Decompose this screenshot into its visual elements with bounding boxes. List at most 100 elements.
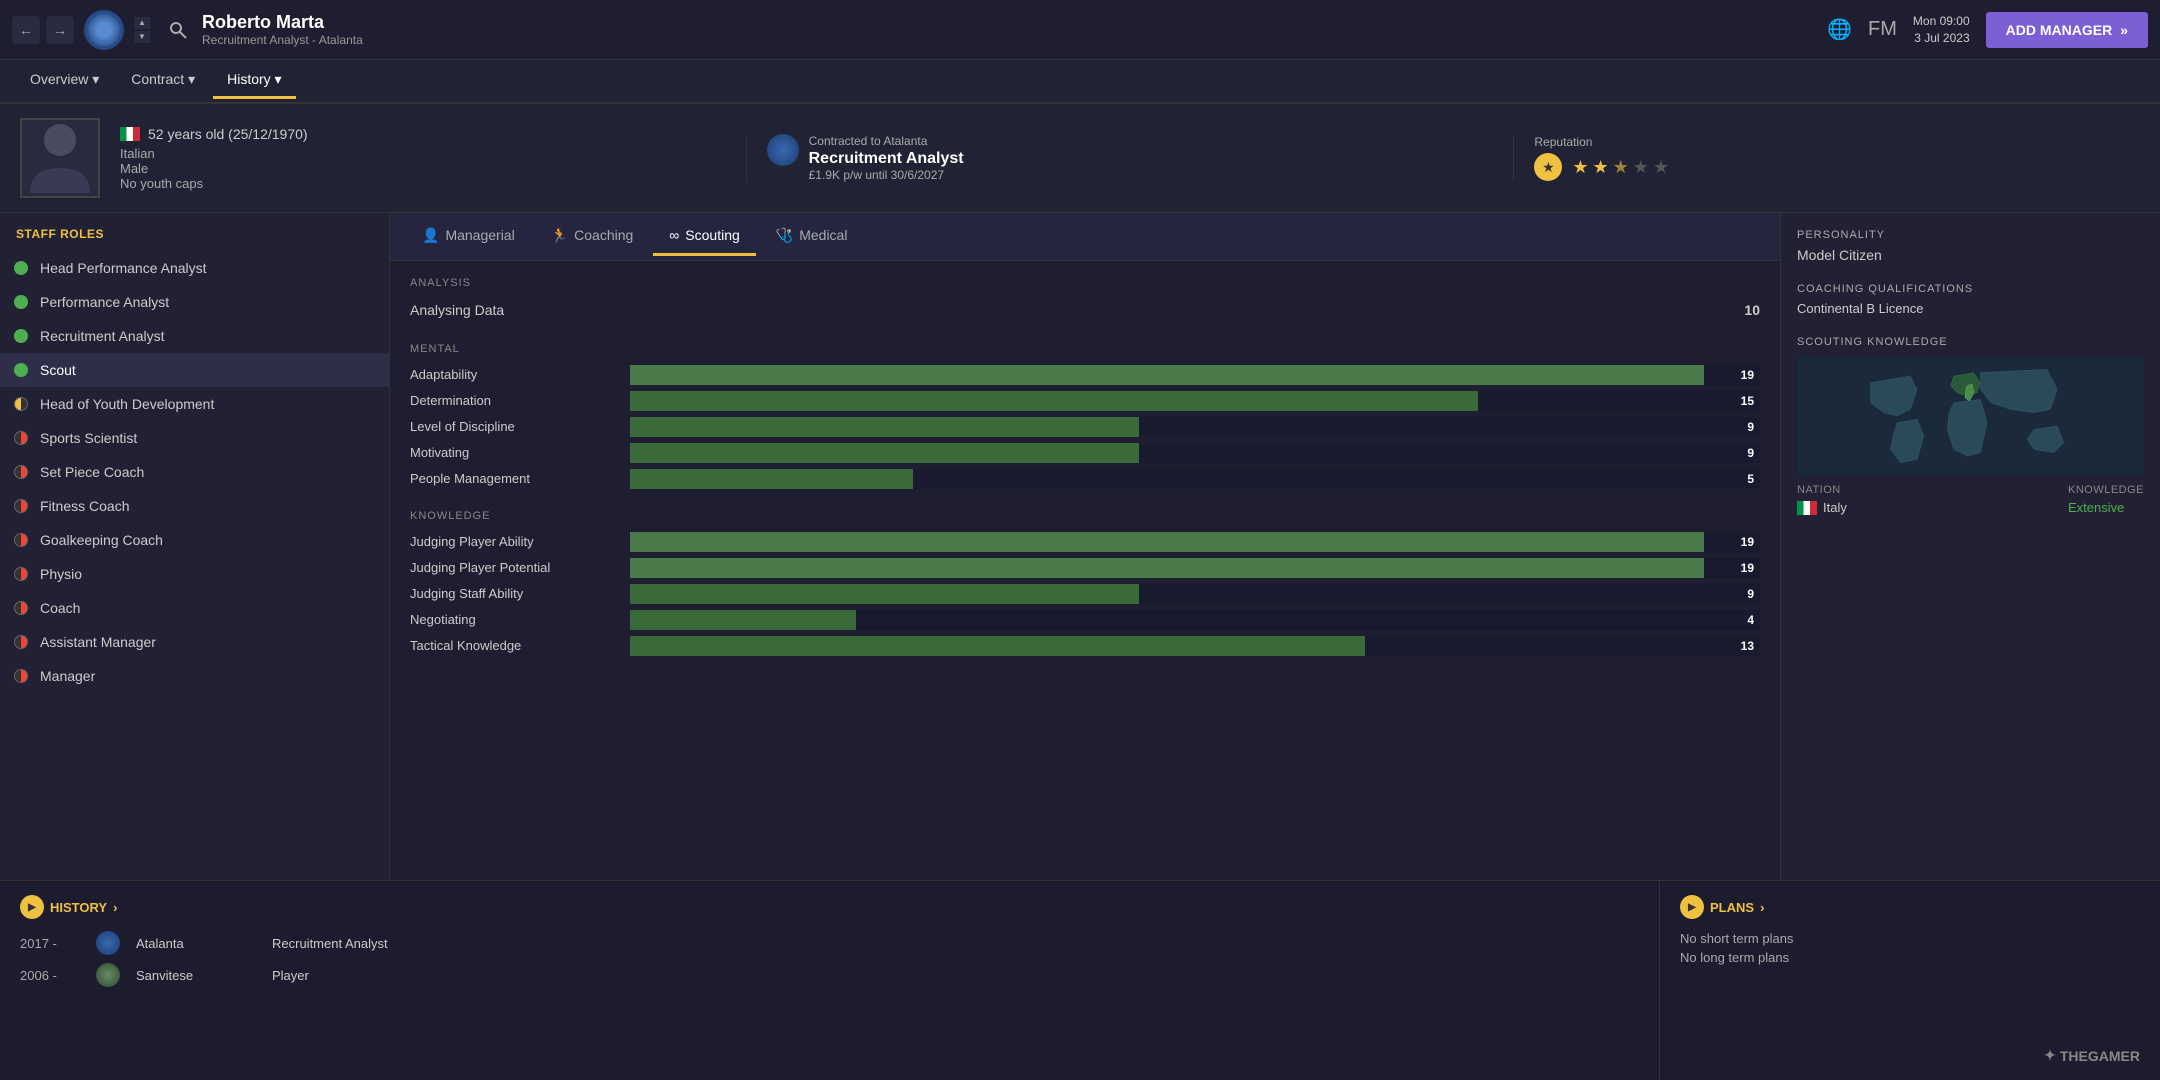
contract-role: Recruitment Analyst bbox=[809, 150, 964, 168]
tab-overview[interactable]: Overview ▾ bbox=[16, 63, 113, 99]
staff-roles-title: STAFF ROLES bbox=[0, 227, 389, 251]
attr-bar-wrap: 19 bbox=[630, 532, 1760, 552]
logo-down-button[interactable]: ▼ bbox=[134, 31, 150, 43]
role-item[interactable]: Sports Scientist bbox=[0, 421, 389, 455]
bottom-section: ▶ HISTORY › 2017 - Atalanta Recruitment An… bbox=[0, 880, 2160, 1080]
attr-value: 9 bbox=[1747, 446, 1754, 460]
back-button[interactable]: ← bbox=[12, 16, 40, 44]
tab-contract[interactable]: Contract ▾ bbox=[117, 63, 209, 99]
role-item[interactable]: Assistant Manager bbox=[0, 625, 389, 659]
attr-bar-wrap: 9 bbox=[630, 417, 1760, 437]
role-item[interactable]: Coach bbox=[0, 591, 389, 625]
role-item[interactable]: Manager bbox=[0, 659, 389, 693]
body-section: STAFF ROLES Head Performance AnalystPerf… bbox=[0, 213, 2160, 880]
attr-bar-wrap: 15 bbox=[630, 391, 1760, 411]
contract-club-logo bbox=[767, 134, 799, 166]
tab-managerial[interactable]: 👤 Managerial bbox=[406, 217, 531, 257]
tab-scouting[interactable]: ∞ Scouting bbox=[653, 217, 755, 256]
attr-value: 9 bbox=[1747, 420, 1754, 434]
nav-tabs: Overview ▾ Contract ▾ History ▾ bbox=[0, 60, 2160, 104]
main-content: 52 years old (25/12/1970) Italian Male N… bbox=[0, 104, 2160, 1080]
history-year: 2006 - bbox=[20, 968, 80, 983]
profile-youth: No youth caps bbox=[120, 176, 726, 191]
thegamer-logo: ✦ THEGAMER bbox=[2044, 1047, 2140, 1064]
mental-attributes: Adaptability19Determination15Level of Di… bbox=[410, 363, 1760, 490]
rep-label: Reputation bbox=[1534, 135, 2140, 149]
globe-icon[interactable]: 🌐 bbox=[1827, 17, 1852, 42]
attributes-section: ANALYSIS Analysing Data 10 MENTAL Adapta… bbox=[390, 261, 1780, 693]
history-role-name: Recruitment Analyst bbox=[272, 936, 388, 951]
scouting-icon: ∞ bbox=[669, 227, 679, 243]
role-name: Recruitment Analyst bbox=[40, 328, 165, 344]
role-item[interactable]: Recruitment Analyst bbox=[0, 319, 389, 353]
search-icon[interactable] bbox=[162, 14, 194, 46]
attr-name: Judging Player Ability bbox=[410, 530, 630, 553]
role-dot bbox=[14, 397, 28, 411]
mental-title: MENTAL bbox=[410, 343, 1760, 355]
knowledge-col: KNOWLEDGE Extensive bbox=[2068, 484, 2144, 515]
attr-value: 19 bbox=[1741, 368, 1754, 382]
role-name: Head of Youth Development bbox=[40, 396, 214, 412]
role-dot bbox=[14, 601, 28, 615]
attr-value: 19 bbox=[1741, 535, 1754, 549]
scouting-knowledge-title: SCOUTING KNOWLEDGE bbox=[1797, 336, 2144, 348]
star-1: ★ bbox=[1572, 157, 1588, 178]
tab-history[interactable]: History ▾ bbox=[213, 63, 295, 99]
role-item[interactable]: Head Performance Analyst bbox=[0, 251, 389, 285]
attr-bar-wrap: 9 bbox=[630, 584, 1760, 604]
tab-medical[interactable]: 🩺 Medical bbox=[760, 217, 864, 257]
contract-details-block: Contracted to Atalanta Recruitment Analy… bbox=[809, 134, 964, 182]
history-rows: 2017 - Atalanta Recruitment Analyst 2006 - S… bbox=[20, 931, 1639, 987]
role-dot bbox=[14, 329, 28, 343]
time-display: Mon 09:00 bbox=[1913, 13, 1970, 30]
ability-tabs: 👤 Managerial 🏃 Coaching ∞ Scouting 🩺 Med… bbox=[390, 213, 1780, 261]
attr-name: Motivating bbox=[410, 441, 630, 464]
attr-bar-wrap: 19 bbox=[630, 365, 1760, 385]
scouting-knowledge-section: SCOUTING KNOWLEDGE bbox=[1797, 336, 2144, 515]
role-name: Fitness Coach bbox=[40, 498, 129, 514]
attr-bar bbox=[630, 610, 856, 630]
tab-coaching[interactable]: 🏃 Coaching bbox=[535, 217, 650, 257]
date-display: 3 Jul 2023 bbox=[1913, 30, 1970, 47]
role-item[interactable]: Scout bbox=[0, 353, 389, 387]
role-dot bbox=[14, 669, 28, 683]
attr-bar bbox=[630, 417, 1139, 437]
top-bar: ← → ▲ ▼ Roberto Marta Recruitment Analys… bbox=[0, 0, 2160, 60]
role-dot bbox=[14, 363, 28, 377]
role-dot bbox=[14, 635, 28, 649]
plans-icon: ▶ bbox=[1680, 895, 1704, 919]
personality-title: PERSONALITY bbox=[1797, 229, 2144, 241]
role-item[interactable]: Performance Analyst bbox=[0, 285, 389, 319]
plans-title[interactable]: ▶ PLANS › bbox=[1680, 895, 2140, 919]
attr-row: Judging Player Ability 19 bbox=[410, 530, 1760, 553]
nation-value: Italy bbox=[1797, 500, 1847, 515]
attr-row: Determination15 bbox=[410, 389, 1760, 412]
role-dot bbox=[14, 499, 28, 513]
role-dot bbox=[14, 465, 28, 479]
star-3: ★ bbox=[1613, 157, 1629, 178]
role-name: Physio bbox=[40, 566, 82, 582]
role-item[interactable]: Goalkeeping Coach bbox=[0, 523, 389, 557]
role-item[interactable]: Head of Youth Development bbox=[0, 387, 389, 421]
history-club-name: Atalanta bbox=[136, 936, 256, 951]
history-club-name: Sanvitese bbox=[136, 968, 256, 983]
attr-row: Judging Player Potential19 bbox=[410, 556, 1760, 579]
history-year: 2017 - bbox=[20, 936, 80, 951]
nation-col: NATION Italy bbox=[1797, 484, 1847, 515]
logo-up-button[interactable]: ▲ bbox=[134, 17, 150, 29]
add-manager-button[interactable]: ADD MANAGER » bbox=[1986, 12, 2148, 48]
forward-button[interactable]: → bbox=[46, 16, 74, 44]
star-2: ★ bbox=[1593, 157, 1609, 178]
middle-panel: 👤 Managerial 🏃 Coaching ∞ Scouting 🩺 Med… bbox=[390, 213, 1780, 880]
role-item[interactable]: Physio bbox=[0, 557, 389, 591]
role-name: Manager bbox=[40, 668, 95, 684]
profile-line1: 52 years old (25/12/1970) bbox=[120, 126, 726, 142]
history-title[interactable]: ▶ HISTORY › bbox=[20, 895, 1639, 919]
nation-knowledge: NATION Italy KNOWLEDGE Extensive bbox=[1797, 484, 2144, 515]
knowledge-label: KNOWLEDGE bbox=[2068, 484, 2144, 496]
history-club-logo bbox=[96, 931, 120, 955]
role-item[interactable]: Set Piece Coach bbox=[0, 455, 389, 489]
role-item[interactable]: Fitness Coach bbox=[0, 489, 389, 523]
attr-bar-wrap: 5 bbox=[630, 469, 1760, 489]
role-dot bbox=[14, 533, 28, 547]
